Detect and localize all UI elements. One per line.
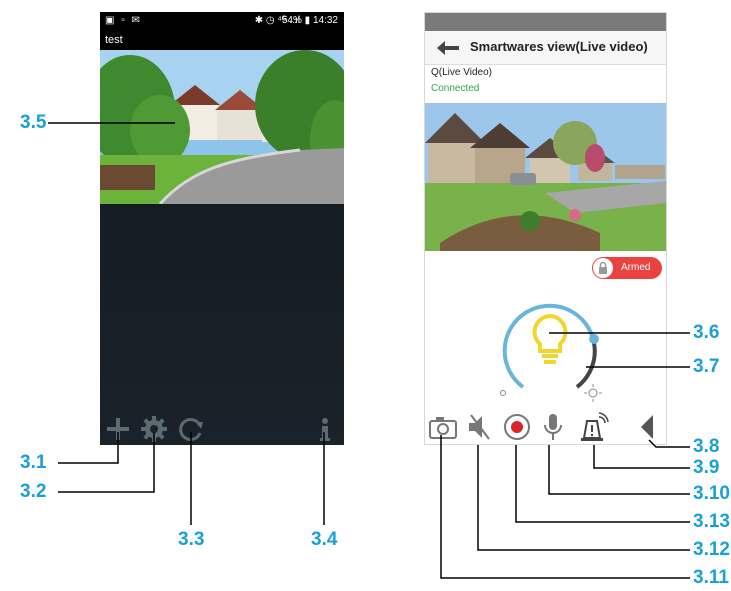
callout-3-2: 3.2 (20, 481, 47, 502)
callout-3-12: 3.12 (693, 539, 730, 560)
callout-leader-lines (48, 122, 690, 579)
callout-3-11: 3.11 (693, 567, 729, 588)
callout-3-6: 3.6 (693, 322, 720, 343)
callout-3-10: 3.10 (693, 483, 730, 504)
callout-3-4: 3.4 (311, 529, 338, 550)
callout-3-3: 3.3 (178, 529, 205, 550)
callout-3-8: 3.8 (693, 436, 720, 457)
callout-3-5: 3.5 (20, 112, 47, 133)
callout-3-9: 3.9 (693, 457, 720, 478)
callout-3-1: 3.1 (20, 452, 47, 473)
callout-3-13: 3.13 (693, 511, 730, 532)
callout-3-7: 3.7 (693, 356, 720, 377)
